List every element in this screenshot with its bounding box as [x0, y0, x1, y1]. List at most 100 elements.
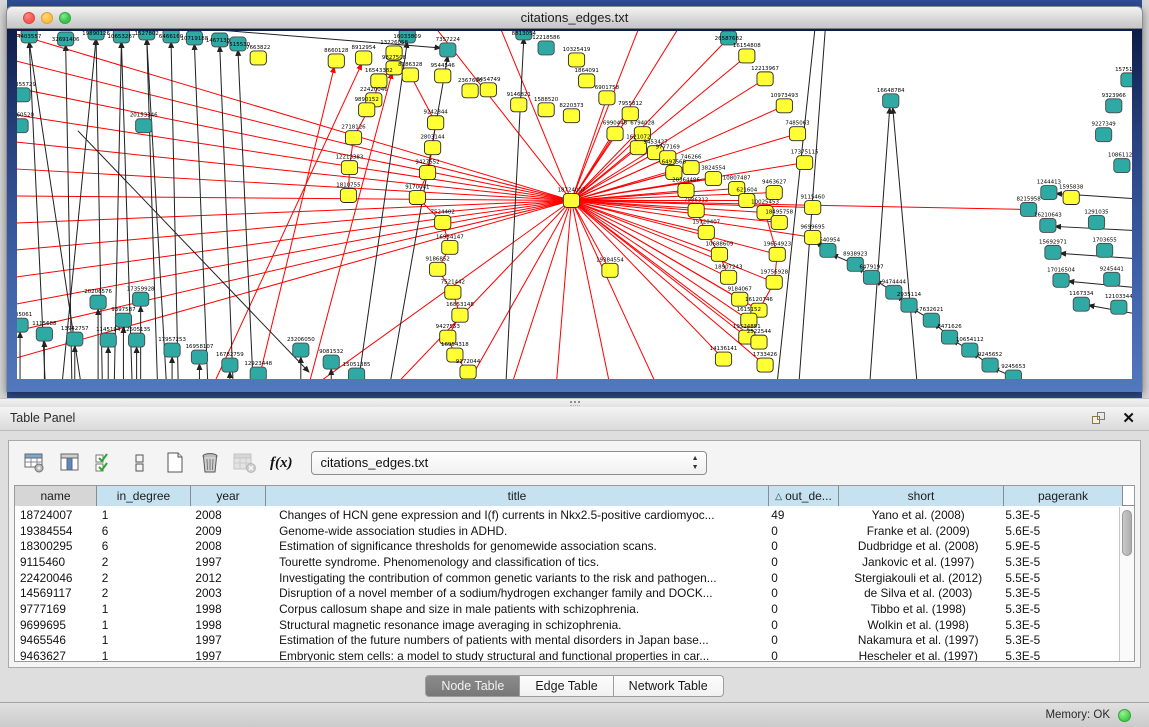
column-header-in_degree[interactable]: in_degree — [97, 486, 191, 506]
new-table-icon[interactable] — [163, 452, 187, 474]
graph-node[interactable]: 10719188 — [181, 31, 209, 45]
graph-node[interactable]: 1527802 — [135, 31, 159, 40]
graph-node[interactable]: 17359928 — [127, 286, 155, 306]
table-row[interactable]: 2242004622012Investigating the contribut… — [15, 570, 1119, 586]
graph-node[interactable]: 9699695 — [801, 224, 825, 244]
graph-node[interactable]: 2935114 — [897, 292, 922, 312]
graph-node[interactable]: 17016504 — [1047, 267, 1075, 287]
graph-node[interactable]: 9245652 — [978, 352, 1002, 372]
graph-node[interactable]: 19384554 — [596, 257, 624, 277]
graph-node[interactable]: 9184067 — [728, 286, 752, 306]
column-header-title[interactable]: title — [266, 486, 769, 506]
graph-node[interactable]: 12218586 — [532, 35, 560, 55]
graph-node[interactable]: 9081532 — [319, 349, 343, 369]
graph-node[interactable]: 6901758 — [595, 85, 620, 105]
column-header-year[interactable]: year — [191, 486, 266, 506]
graph-node[interactable]: 9397587 — [111, 307, 135, 327]
graph-node[interactable]: 2522544 — [747, 329, 772, 349]
table-row[interactable]: 946554611997Estimation of the future num… — [15, 633, 1119, 649]
graph-node[interactable]: 7485063 — [785, 121, 809, 141]
column-header-pagerank[interactable]: pagerank — [1004, 486, 1123, 506]
close-panel-icon[interactable]: ✕ — [1122, 409, 1135, 427]
graph-node[interactable]: 12505135 — [123, 327, 151, 347]
graph-node[interactable]: 19890126 — [82, 31, 110, 40]
graph-node[interactable]: 1595838 — [1059, 185, 1084, 205]
network-canvas[interactable]: 4403557326914061989012610653287152780264… — [17, 31, 1132, 379]
table-row[interactable]: 1456911722003Disruption of a novel membe… — [15, 585, 1119, 601]
graph-node[interactable]: 1244413 — [1037, 180, 1061, 200]
network-window-titlebar[interactable]: citations_edges.txt — [6, 6, 1143, 29]
graph-node[interactable]: 15751074 — [1115, 67, 1132, 87]
graph-node[interactable]: 1167334 — [1069, 291, 1094, 311]
column-header-out_de[interactable]: △out_de... — [769, 486, 839, 506]
graph-node[interactable]: 16210643 — [1034, 213, 1062, 233]
graph-node[interactable]: 10861126 — [1108, 153, 1132, 173]
graph-node[interactable]: 9146821 — [507, 92, 531, 112]
graph-node[interactable]: 19756928 — [760, 269, 788, 289]
graph-node[interactable]: 1588520 — [534, 97, 559, 117]
graph-node[interactable]: 1733426 — [753, 352, 778, 372]
table-row[interactable]: 1872400712008Changes of HCN gene express… — [15, 507, 1119, 523]
graph-node[interactable]: 20206576 — [84, 289, 112, 309]
graph-node[interactable]: 20153346 — [130, 113, 158, 133]
graph-node[interactable]: 20364486 — [672, 178, 700, 198]
graph-node[interactable]: 16954147 — [436, 234, 464, 254]
graph-node[interactable]: 9245653 — [1001, 364, 1025, 379]
graph-node[interactable]: 8220373 — [559, 103, 583, 123]
scrollbar-thumb[interactable] — [1122, 510, 1132, 556]
graph-node[interactable]: 9186852 — [426, 256, 450, 276]
table-selector-dropdown[interactable]: citations_edges.txt ▲▼ — [311, 451, 707, 475]
graph-node[interactable]: 9323966 — [1102, 93, 1127, 113]
graph-node[interactable]: 4403557 — [17, 31, 41, 43]
graph-node[interactable]: 10653287 — [108, 31, 136, 43]
graph-node[interactable]: 9544546 — [431, 63, 456, 83]
graph-node[interactable]: 9172044 — [456, 359, 481, 379]
graph-node[interactable]: 6990448 — [603, 121, 628, 141]
column-header-name[interactable]: name — [15, 486, 97, 506]
float-panel-icon[interactable] — [1092, 412, 1107, 426]
graph-node[interactable]: 1810755 — [336, 183, 360, 203]
tab-edge-table[interactable]: Edge Table — [520, 675, 613, 697]
function-builder-icon[interactable]: f(x) — [270, 455, 293, 472]
graph-node[interactable]: 9170041 — [405, 185, 429, 205]
table-row[interactable]: 977716911998Corpus callosum shape and si… — [15, 601, 1119, 617]
graph-node[interactable]: 13942757 — [61, 326, 89, 346]
graph-node[interactable]: 16958107 — [186, 344, 214, 364]
graph-node[interactable]: 9242844 — [423, 110, 448, 130]
table-row[interactable]: 946362711997Embryonic stem cells: a mode… — [15, 648, 1119, 662]
graph-node[interactable]: 1115688 — [32, 321, 57, 341]
table-row[interactable]: 969969511998Structural magnetic resonanc… — [15, 617, 1119, 633]
graph-node[interactable]: 9427552 — [415, 160, 439, 180]
row-check-icon[interactable] — [93, 452, 117, 474]
graph-node[interactable]: 8454749 — [476, 77, 501, 97]
graph-node[interactable]: 9463627 — [762, 180, 786, 200]
graph-node[interactable]: 7986312 — [684, 198, 708, 218]
table-row[interactable]: 1938455462009Genome-wide association stu… — [15, 523, 1119, 539]
graph-node[interactable]: 15720407 — [692, 219, 720, 239]
delete-trash-icon[interactable] — [198, 452, 222, 474]
graph-node[interactable]: 9227349 — [1091, 122, 1116, 142]
graph-node[interactable]: 1703655 — [1092, 237, 1116, 257]
graph-node[interactable]: 7663822 — [246, 45, 270, 65]
graph-node[interactable]: 16154808 — [733, 43, 761, 63]
graph-node[interactable]: 7955812 — [618, 101, 642, 121]
graph-node[interactable]: 15692971 — [1039, 239, 1067, 259]
citation-network-graph[interactable]: 4403557326914061989012610653287152780264… — [17, 31, 1132, 379]
column-header-short[interactable]: short — [839, 486, 1004, 506]
graph-node[interactable]: 7521442 — [441, 279, 465, 299]
tab-network-table[interactable]: Network Table — [614, 675, 724, 697]
graph-node[interactable]: 17375115 — [791, 150, 819, 170]
tab-node-table[interactable]: Node Table — [425, 675, 520, 697]
graph-node[interactable]: 16853148 — [446, 302, 474, 322]
graph-node[interactable]: 1145194 — [96, 327, 121, 347]
graph-node[interactable]: 8186328 — [398, 62, 423, 82]
graph-node[interactable]: 32691406 — [52, 32, 80, 46]
panel-splitter[interactable] — [0, 398, 1149, 407]
graph-node[interactable]: 8660128 — [324, 48, 349, 68]
graph-node[interactable]: 9115460 — [801, 195, 826, 215]
graph-node[interactable]: 12103344 — [1105, 294, 1132, 314]
graph-node[interactable]: 9890152 — [355, 97, 379, 117]
graph-node[interactable]: 12923448 — [244, 361, 272, 379]
table-row[interactable]: 1830029562008Estimation of significance … — [15, 538, 1119, 554]
graph-node[interactable]: 12213967 — [751, 66, 779, 86]
